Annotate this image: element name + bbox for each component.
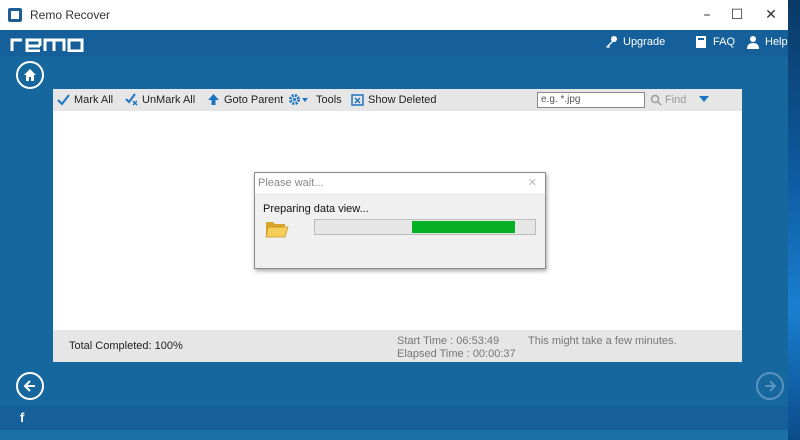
mark-all-label: Mark All <box>74 93 114 106</box>
minimize-button[interactable]: – <box>692 4 722 26</box>
home-button[interactable] <box>16 61 44 89</box>
close-button[interactable]: ✕ <box>756 4 786 26</box>
footer-bar: f <box>0 406 788 430</box>
search-input[interactable]: e.g. *.jpg <box>537 92 645 108</box>
back-button[interactable] <box>16 372 44 400</box>
next-button[interactable] <box>756 372 784 400</box>
check-icon <box>57 94 70 106</box>
app-window: Remo Recover – ☐ ✕ remo Upgrade FAQ Help <box>0 0 788 430</box>
app-header <box>0 30 788 56</box>
gear-icon <box>289 94 300 105</box>
person-icon <box>747 36 759 49</box>
goto-parent-button[interactable]: Goto Parent <box>207 93 283 106</box>
desktop-background <box>788 0 800 440</box>
unmark-all-label: UnMark All <box>142 93 196 106</box>
help-link[interactable]: Help <box>746 35 788 49</box>
dialog-title: Please wait... <box>258 177 324 189</box>
find-label: Find <box>665 94 687 106</box>
toolbar: Mark All UnMark All Goto Parent Tools Sh… <box>53 89 742 111</box>
tools-label: Tools <box>316 93 342 106</box>
upgrade-label: Upgrade <box>623 36 666 48</box>
total-completed: Total Completed: 100% <box>69 340 183 352</box>
show-deleted-icon <box>351 94 364 106</box>
home-icon <box>24 69 36 81</box>
tools-dropdown-icon <box>302 97 308 102</box>
title-bar: Remo Recover – ☐ ✕ <box>0 0 788 30</box>
app-icon <box>8 8 22 22</box>
find-button[interactable]: Find <box>650 94 686 106</box>
next-icon <box>765 380 777 392</box>
back-icon <box>23 380 35 392</box>
tools-button[interactable]: Tools <box>288 93 342 106</box>
status-note: This might take a few minutes. <box>528 335 677 347</box>
folder-icon <box>265 222 289 238</box>
upgrade-link[interactable]: Upgrade <box>604 35 665 49</box>
status-bar: Total Completed: 100% Start Time : 06:53… <box>53 330 742 362</box>
faq-link[interactable]: FAQ <box>694 35 735 49</box>
progress-bar <box>314 219 536 235</box>
faq-label: FAQ <box>713 36 736 48</box>
help-label: Help <box>765 36 788 48</box>
chevron-down-icon[interactable] <box>699 96 709 102</box>
unmark-all-button[interactable]: UnMark All <box>125 93 195 106</box>
elapsed-time: Elapsed Time : 00:00:37 <box>397 348 516 360</box>
uncheck-icon <box>125 93 138 106</box>
dialog-close-icon[interactable]: ✕ <box>528 176 537 189</box>
please-wait-dialog: Please wait... ✕ Preparing data view... <box>254 172 546 269</box>
dialog-message: Preparing data view... <box>263 203 369 215</box>
book-icon <box>696 36 706 48</box>
search-icon <box>650 94 662 106</box>
window-title: Remo Recover <box>30 8 111 22</box>
dialog-title-bar: Please wait... ✕ <box>255 173 545 193</box>
mark-all-button[interactable]: Mark All <box>57 93 113 106</box>
arrow-up-icon <box>208 94 219 105</box>
show-deleted-button[interactable]: Show Deleted <box>351 93 437 106</box>
start-time: Start Time : 06:53:49 <box>397 335 500 347</box>
progress-fill <box>412 221 515 233</box>
goto-parent-label: Goto Parent <box>224 93 284 106</box>
key-icon <box>606 36 617 48</box>
maximize-button[interactable]: ☐ <box>722 4 752 26</box>
show-deleted-label: Show Deleted <box>368 93 437 106</box>
facebook-icon[interactable]: f <box>20 410 24 425</box>
remo-logo: remo <box>10 38 84 52</box>
